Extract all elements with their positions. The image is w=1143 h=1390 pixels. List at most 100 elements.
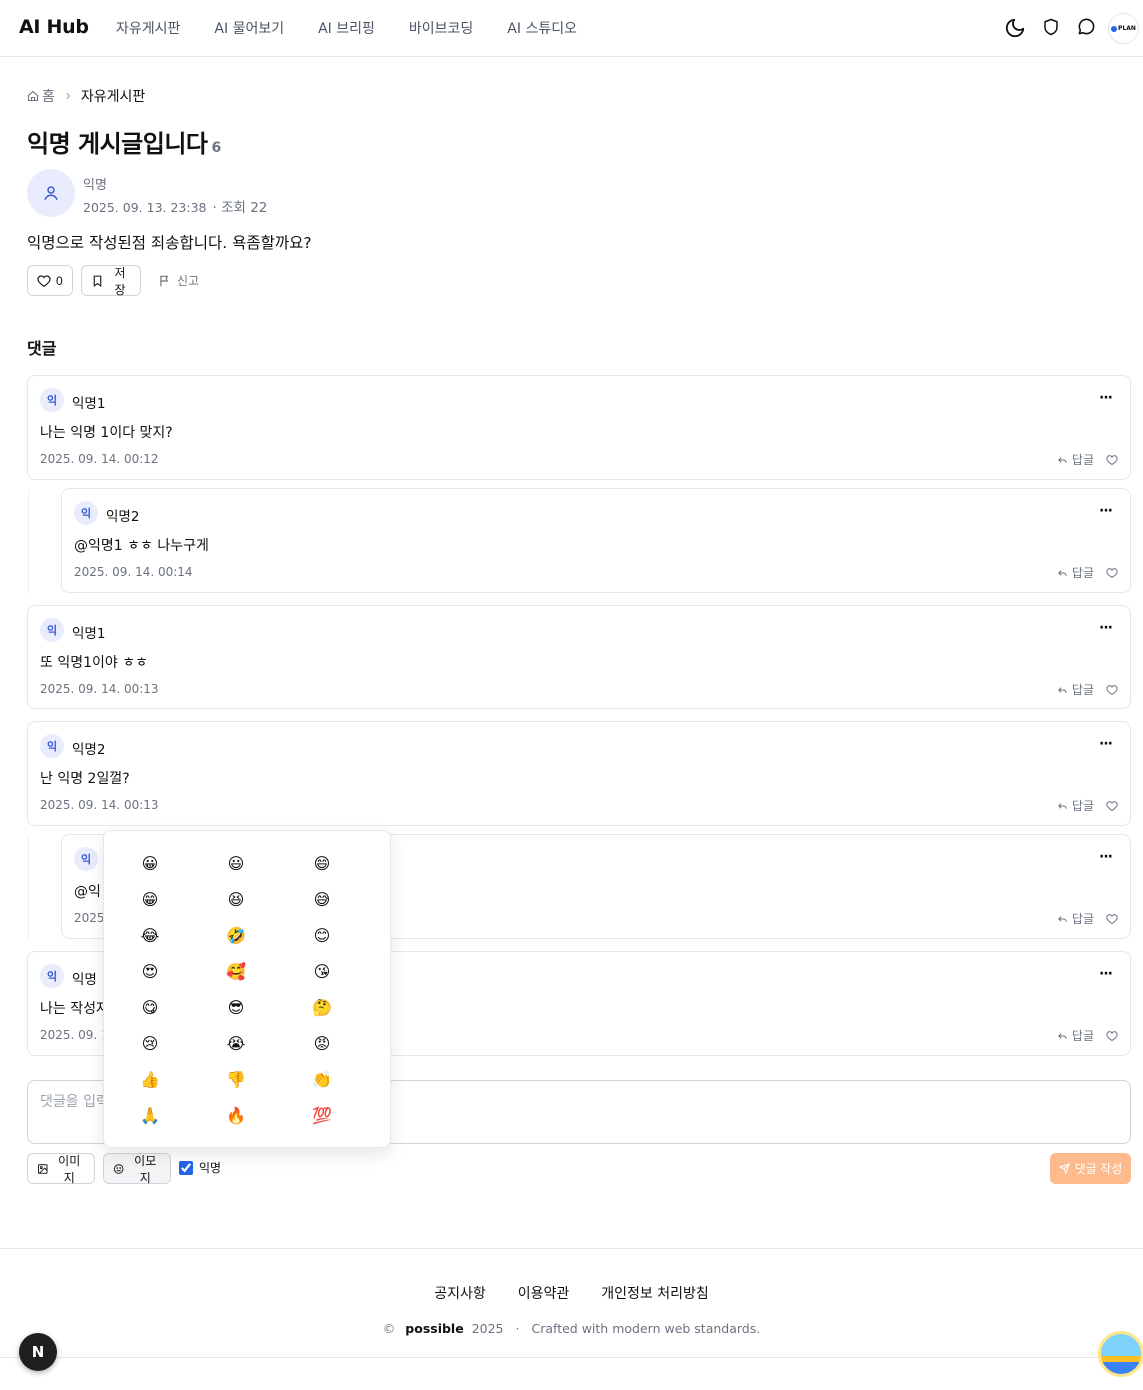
image-icon [37, 1163, 48, 1174]
comment-date: 2025 [74, 911, 105, 925]
footer-link-terms[interactable]: 이용약관 [518, 1283, 570, 1303]
footer-links: 공지사항 이용약관 개인정보 처리방침 [0, 1283, 1143, 1303]
reply-button[interactable]: 답글 [1072, 797, 1094, 814]
emoji-option[interactable]: 😎 [193, 989, 279, 1025]
anonymous-label: 익명 [199, 1161, 222, 1175]
emoji-option[interactable]: 😀 [107, 845, 193, 881]
post-views: · 조회 22 [212, 200, 268, 216]
nav-vibe-coding[interactable]: 바이브코딩 [409, 18, 473, 38]
reply-button[interactable]: 답글 [1072, 451, 1094, 468]
reply-button[interactable]: 답글 [1072, 910, 1094, 927]
emoji-option[interactable]: 👎 [193, 1061, 279, 1097]
island-avatar-icon[interactable] [1098, 1331, 1143, 1377]
comment-text: @익명1 ㅎㅎ 나누구게 [74, 538, 209, 554]
comment-avatar: 익 [40, 618, 64, 642]
nav-ask-ai[interactable]: AI 물어보기 [214, 18, 284, 38]
emoji-picker: 😀 😃 😄 😁 😆 😅 😂 🤣 😊 😍 🥰 😘 😋 😎 🤔 😢 😭 😡 👍 👎 👏 🙏 🔥 💯 [103, 830, 391, 1148]
author-name: 익명 [83, 178, 107, 193]
comment-avatar: 익 [74, 847, 98, 871]
save-button[interactable]: 저장 [81, 265, 141, 297]
comment-actions: 답글 [1057, 910, 1118, 927]
emoji-option[interactable]: 😅 [279, 881, 365, 917]
footer-separator: · [515, 1321, 520, 1336]
chat-icon[interactable] [1077, 17, 1099, 39]
flag-icon [160, 275, 169, 286]
emoji-option[interactable]: 🥰 [193, 953, 279, 989]
comment-actions: 답글 [1057, 451, 1118, 468]
comments-heading: 댓글 [27, 339, 57, 358]
image-label: 이미지 [58, 1153, 81, 1185]
emoji-option[interactable]: 🤔 [279, 989, 365, 1025]
heart-icon [1106, 913, 1118, 924]
more-options-icon[interactable]: ··· [1099, 620, 1113, 636]
emoji-label: 이모지 [134, 1153, 157, 1185]
more-options-icon[interactable]: ··· [1099, 390, 1113, 406]
like-button[interactable]: 0 [27, 265, 73, 296]
emoji-option[interactable]: 😊 [279, 917, 365, 953]
reply-card: 익 익명2 ··· @익명1 ㅎㅎ 나누구게 2025. 09. 14. 00:… [61, 488, 1131, 593]
nav-ai-briefing[interactable]: AI 브리핑 [318, 18, 375, 38]
anonymous-toggle[interactable]: 익명 [179, 1159, 221, 1176]
heart-icon [37, 274, 51, 287]
emoji-option[interactable]: 👏 [279, 1061, 365, 1097]
reply-icon [1058, 1033, 1067, 1039]
emoji-option[interactable]: 😃 [193, 845, 279, 881]
smile-icon [113, 1163, 124, 1174]
author-avatar [27, 169, 75, 217]
comment-author: 익명2 [106, 509, 140, 525]
emoji-option[interactable]: 🙏 [107, 1097, 193, 1133]
comment-text: 나는 익명 1이다 맞지? [40, 425, 173, 441]
user-icon [44, 186, 58, 201]
reply-button[interactable]: 답글 [1072, 564, 1094, 581]
emoji-option[interactable]: 😄 [279, 845, 365, 881]
emoji-option[interactable]: 😍 [107, 953, 193, 989]
image-upload-button[interactable]: 이미지 [27, 1153, 95, 1185]
more-options-icon[interactable]: ··· [1099, 966, 1113, 982]
send-icon [1058, 1163, 1070, 1174]
anonymous-checkbox[interactable] [179, 1160, 193, 1175]
emoji-option[interactable]: 😡 [279, 1025, 365, 1061]
more-options-icon[interactable]: ··· [1099, 849, 1113, 865]
avatar-dot [1111, 25, 1118, 32]
footer-link-notice[interactable]: 공지사항 [434, 1283, 486, 1303]
user-avatar[interactable]: PLAN [1108, 13, 1139, 44]
shield-icon[interactable] [1042, 17, 1064, 39]
submit-comment-button[interactable]: 댓글 작성 [1050, 1153, 1131, 1184]
emoji-option[interactable]: 🤣 [193, 917, 279, 953]
emoji-option[interactable]: 🔥 [193, 1097, 279, 1133]
comment-date: 2025. 09. 14. 00:14 [74, 565, 193, 579]
breadcrumb-home[interactable]: 홈 [42, 86, 55, 106]
bookmark-icon [93, 275, 102, 287]
nav-ai-studio[interactable]: AI 스튜디오 [507, 18, 577, 38]
comment-avatar: 익 [40, 388, 64, 412]
heart-icon [1106, 1030, 1118, 1041]
moon-icon[interactable] [1004, 17, 1026, 39]
breadcrumb-current[interactable]: 자유게시판 [81, 86, 145, 106]
emoji-option[interactable]: 😁 [107, 881, 193, 917]
emoji-grid: 😀 😃 😄 😁 😆 😅 😂 🤣 😊 😍 🥰 😘 😋 😎 🤔 😢 😭 😡 👍 👎 👏 🙏 🔥 💯 [104, 845, 392, 1133]
report-button[interactable]: 신고 [149, 265, 209, 296]
emoji-option[interactable]: 😭 [193, 1025, 279, 1061]
dev-tools-badge[interactable]: N [19, 1333, 57, 1371]
emoji-option[interactable]: 👍 [107, 1061, 193, 1097]
emoji-option[interactable]: 😂 [107, 917, 193, 953]
home-icon [27, 90, 39, 102]
emoji-option[interactable]: 😘 [279, 953, 365, 989]
emoji-option[interactable]: 😆 [193, 881, 279, 917]
reply-button[interactable]: 답글 [1072, 1027, 1094, 1044]
site-logo[interactable]: AI Hub [19, 16, 89, 38]
more-options-icon[interactable]: ··· [1099, 736, 1113, 752]
more-options-icon[interactable]: ··· [1099, 503, 1113, 519]
reply-button[interactable]: 답글 [1072, 681, 1094, 698]
emoji-option[interactable]: 😢 [107, 1025, 193, 1061]
emoji-button[interactable]: 이모지 [103, 1153, 171, 1185]
reply-icon [1058, 457, 1067, 463]
emoji-option[interactable]: 😋 [107, 989, 193, 1025]
comment-actions: 답글 [1057, 681, 1118, 698]
nav-free-board[interactable]: 자유게시판 [116, 18, 180, 38]
reply-icon [1058, 803, 1067, 809]
reply-icon [1058, 687, 1067, 693]
post-body: 익명으로 작성된점 죄송합니다. 욕좀할까요? [27, 234, 312, 252]
emoji-option[interactable]: 💯 [279, 1097, 365, 1133]
footer-link-privacy[interactable]: 개인정보 처리방침 [601, 1283, 709, 1303]
